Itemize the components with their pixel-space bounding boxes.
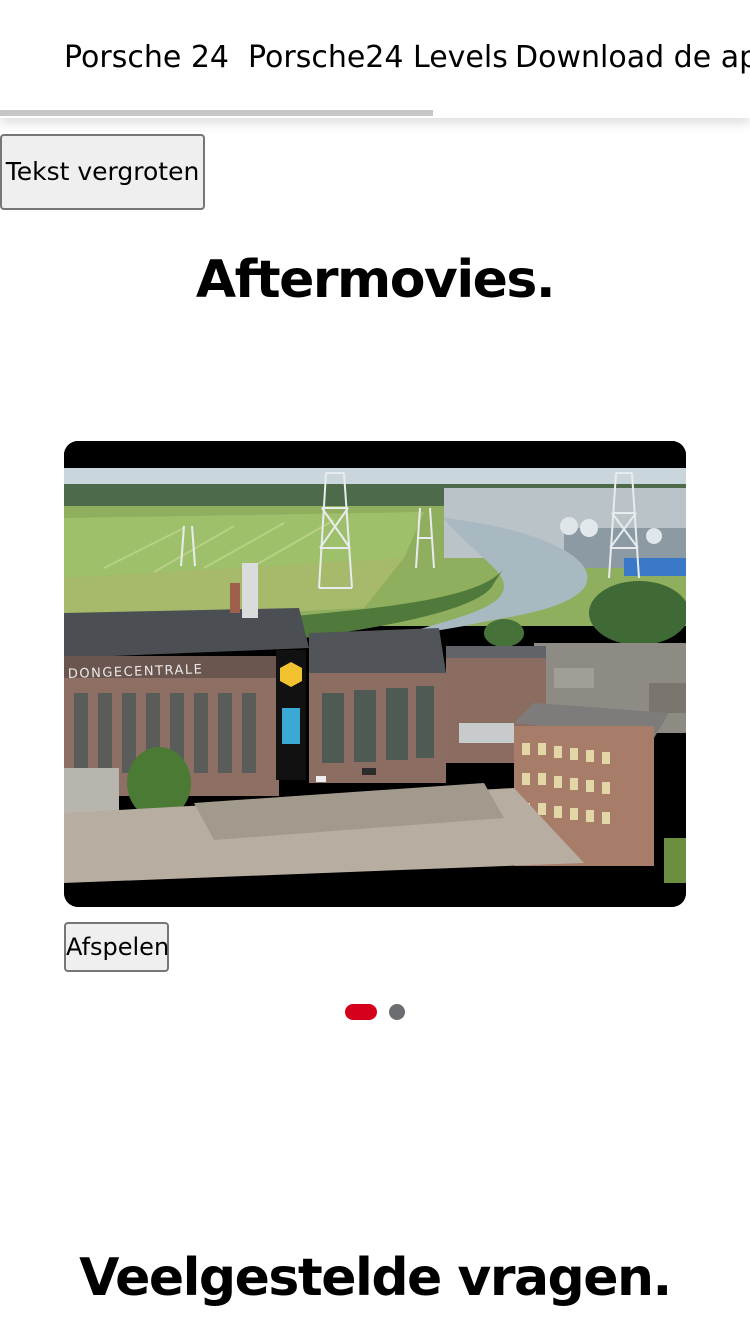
faq-title: Veelgestelde vragen. xyxy=(79,1248,672,1308)
aftermovies-title: Aftermovies. xyxy=(195,250,556,310)
aftermovie-video[interactable]: DONGECENTRALE xyxy=(64,441,686,907)
tab-porsche24-levels[interactable]: Porsche24 Levels xyxy=(248,36,508,80)
carousel-dot-active[interactable] xyxy=(345,1004,377,1020)
video-thumbnail-image: DONGECENTRALE xyxy=(64,441,686,907)
tab-download-app[interactable]: Download de app xyxy=(515,36,750,80)
carousel-dot[interactable] xyxy=(389,1004,405,1020)
enlarge-text-button[interactable]: Tekst vergroten xyxy=(0,134,205,210)
play-button[interactable]: Afspelen xyxy=(64,922,169,972)
top-navigation: Porsche 24 Porsche24 Levels Download de … xyxy=(0,0,750,118)
nav-scrollbar[interactable] xyxy=(0,110,750,116)
nav-scrollbar-thumb[interactable] xyxy=(0,110,433,116)
nav-tabs: Porsche 24 Porsche24 Levels Download de … xyxy=(0,36,750,86)
tab-porsche-24[interactable]: Porsche 24 xyxy=(64,36,229,80)
